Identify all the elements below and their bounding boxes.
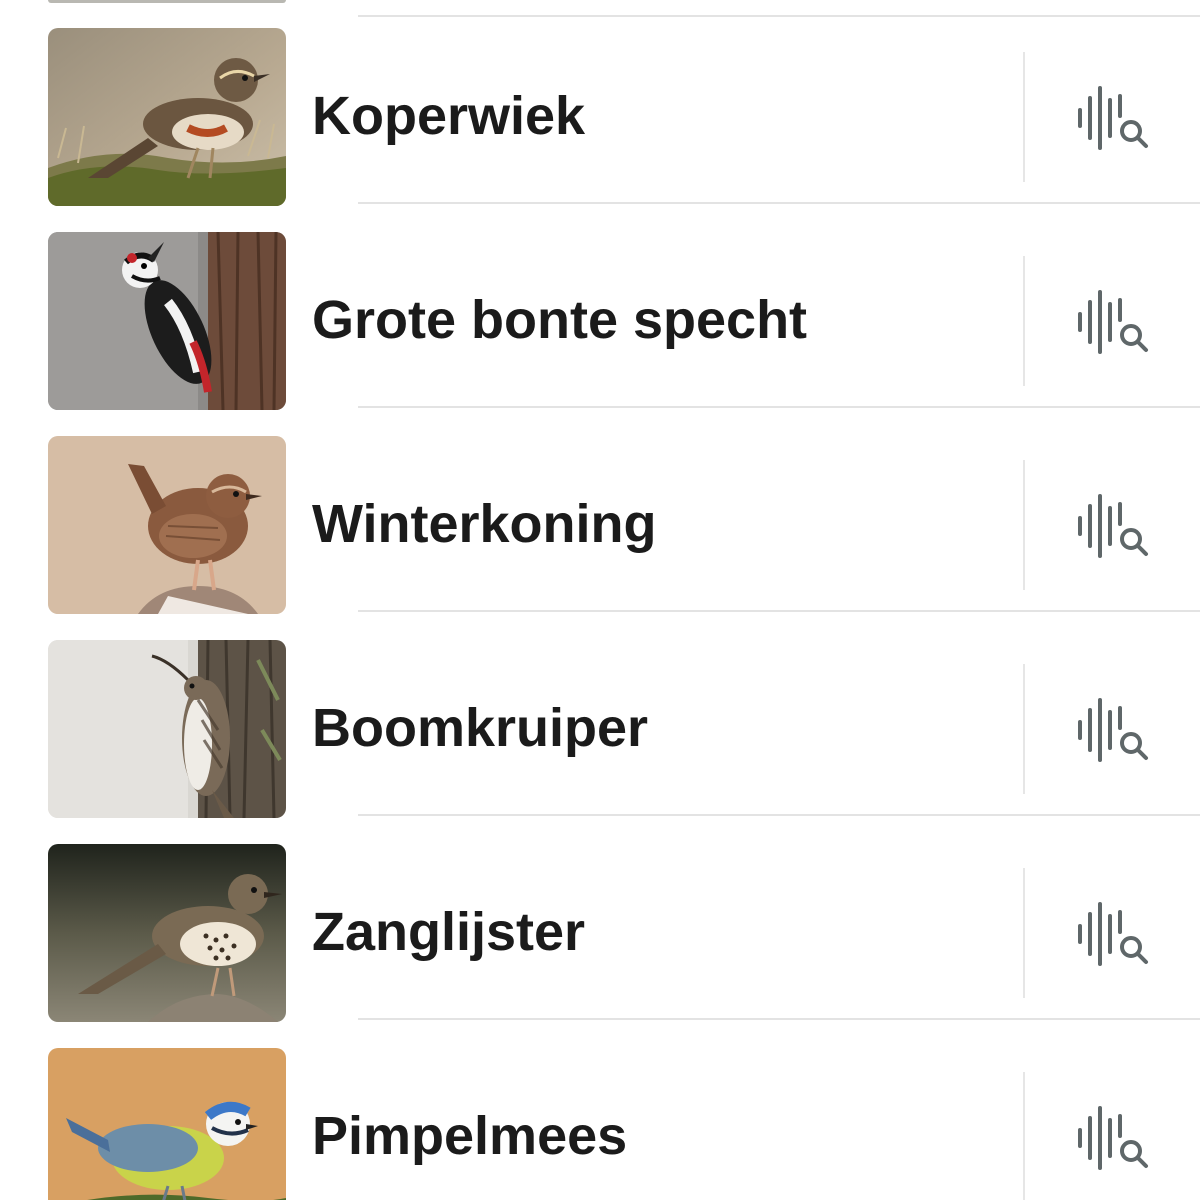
- sound-search-button[interactable]: [1066, 688, 1160, 772]
- bird-name: Zanglijster: [312, 902, 586, 962]
- bird-row-pimpelmees[interactable]: Pimpelmees: [0, 1020, 1200, 1200]
- bird-row-boomkruiper[interactable]: Boomkruiper: [0, 612, 1200, 818]
- bird-name: Boomkruiper: [312, 698, 649, 758]
- sound-search-icon: [1078, 902, 1148, 966]
- bird-photo: [48, 232, 286, 410]
- sound-search-icon: [1078, 494, 1148, 558]
- great-spotted-woodpecker-photo: [48, 232, 286, 410]
- sound-search-button[interactable]: [1066, 484, 1160, 568]
- bird-name: Koperwiek: [312, 86, 586, 146]
- treecreeper-photo: [48, 640, 286, 818]
- bird-row-winterkoning[interactable]: Winterkoning: [0, 408, 1200, 614]
- blue-tit-photo: [48, 1048, 286, 1200]
- vertical-divider: [1023, 460, 1025, 590]
- sound-search-icon: [1078, 290, 1148, 354]
- vertical-divider: [1023, 664, 1025, 794]
- bird-photo: [48, 436, 286, 614]
- vertical-divider: [1023, 1072, 1025, 1200]
- bird-row-koperwiek[interactable]: Koperwiek: [0, 0, 1200, 206]
- vertical-divider: [1023, 868, 1025, 998]
- song-thrush-photo: [48, 844, 286, 1022]
- sound-search-icon: [1078, 86, 1148, 150]
- bird-row-grote-bonte-specht[interactable]: Grote bonte specht: [0, 204, 1200, 410]
- bird-photo: [48, 28, 286, 206]
- sound-search-button[interactable]: [1066, 892, 1160, 976]
- bird-list: Koperwiek Grote bonte specht Winterkonin…: [0, 0, 1200, 1200]
- sound-search-button[interactable]: [1066, 280, 1160, 364]
- bird-photo: [48, 1048, 286, 1200]
- bird-row-zanglijster[interactable]: Zanglijster: [0, 816, 1200, 1022]
- sound-search-icon: [1078, 698, 1148, 762]
- bird-name: Winterkoning: [312, 494, 657, 554]
- sound-search-icon: [1078, 1106, 1148, 1170]
- vertical-divider: [1023, 52, 1025, 182]
- bird-photo: [48, 640, 286, 818]
- bird-photo: [48, 844, 286, 1022]
- bird-name: Pimpelmees: [312, 1106, 628, 1166]
- sound-search-button[interactable]: [1066, 76, 1160, 160]
- wren-photo: [48, 436, 286, 614]
- redwing-photo: [48, 28, 286, 206]
- bird-name: Grote bonte specht: [312, 290, 808, 350]
- vertical-divider: [1023, 256, 1025, 386]
- sound-search-button[interactable]: [1066, 1096, 1160, 1180]
